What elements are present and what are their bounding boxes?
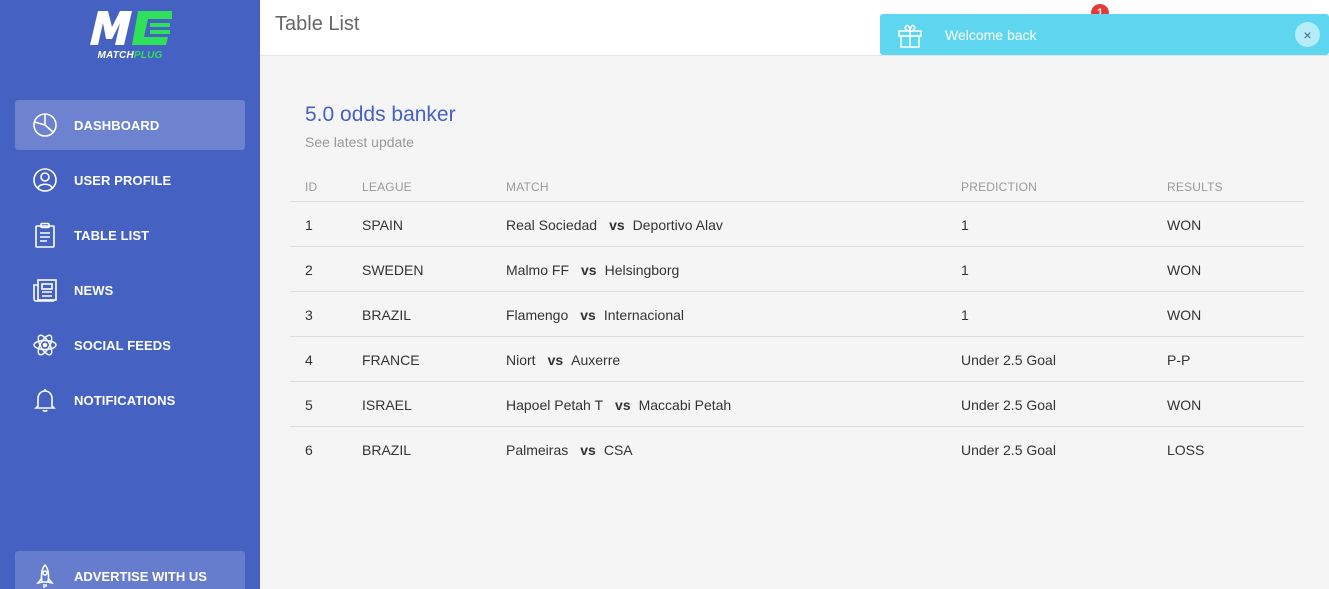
column-header-league: LEAGUE <box>362 180 412 194</box>
pie-chart-icon <box>30 110 60 140</box>
cell-result: WON <box>1167 307 1202 323</box>
page-title: Table List <box>275 13 360 35</box>
rocket-icon <box>30 561 60 589</box>
sidebar-item-table-list[interactable]: TABLE LIST <box>15 210 245 260</box>
cell-id: 3 <box>305 307 313 323</box>
sidebar-item-social-feeds[interactable]: SOCIAL FEEDS <box>15 320 245 370</box>
user-icon <box>30 165 60 195</box>
cell-id: 2 <box>305 262 313 278</box>
card-subtitle: See latest update <box>305 134 414 150</box>
logo-text: MATCHPLUG <box>97 50 163 61</box>
cell-prediction: Under 2.5 Goal <box>961 352 1056 368</box>
cell-league: ISRAEL <box>362 397 412 413</box>
cell-match: Hapoel Petah Tvs Maccabi Petah <box>506 397 732 413</box>
cell-result: WON <box>1167 262 1202 278</box>
sidebar: MATCHPLUG DASHBOARD USER PROFILE TABLE L… <box>0 0 260 589</box>
table-header: ID LEAGUE MATCH PREDICTION RESULTS <box>290 172 1304 202</box>
bell-icon <box>30 385 60 415</box>
clipboard-icon <box>30 220 60 250</box>
sidebar-item-news[interactable]: NEWS <box>15 265 245 315</box>
cell-id: 6 <box>305 442 313 458</box>
sidebar-item-label: NEWS <box>74 282 114 298</box>
cell-match: Niort vs Auxerre <box>506 352 621 368</box>
gift-icon <box>898 24 922 48</box>
table-row: 5 ISRAEL Hapoel Petah Tvs Maccabi Petah U… <box>290 382 1304 427</box>
sidebar-item-label: USER PROFILE <box>74 172 172 188</box>
cell-prediction: 1 <box>961 262 969 278</box>
cell-id: 4 <box>305 352 313 368</box>
column-header-prediction: PREDICTION <box>961 180 1038 194</box>
cell-result: LOSS <box>1167 442 1205 458</box>
table-row: 2 SWEDEN Malmo FF vs Helsingborg 1 WON <box>290 247 1304 292</box>
odds-table: ID LEAGUE MATCH PREDICTION RESULTS 1 SPA… <box>290 172 1304 472</box>
advertise-button[interactable]: ADVERTISE WITH US <box>15 551 245 589</box>
table-row: 1 SPAIN Real Sociedad vs Deportivo Alav 1 … <box>290 202 1304 247</box>
cell-prediction: 1 <box>961 217 969 233</box>
cell-result: WON <box>1167 397 1202 413</box>
sidebar-item-notifications[interactable]: NOTIFICATIONS <box>15 375 245 425</box>
sidebar-item-label: TABLE LIST <box>74 227 150 243</box>
cell-match: Flamengo vs Internacional <box>506 307 685 323</box>
cell-prediction: 1 <box>961 307 969 323</box>
toast-close-button[interactable]: × <box>1295 22 1320 47</box>
cell-prediction: Under 2.5 Goal <box>961 397 1056 413</box>
atom-icon <box>30 330 60 360</box>
cell-id: 1 <box>305 217 313 233</box>
newspaper-icon <box>30 275 60 305</box>
cell-id: 5 <box>305 397 313 413</box>
cell-match: Malmo FF vs Helsingborg <box>506 262 680 278</box>
cell-league: SWEDEN <box>362 262 424 278</box>
cell-league: SPAIN <box>362 217 403 233</box>
cell-match: Palmeiras vs CSA <box>506 442 633 458</box>
sidebar-item-dashboard[interactable]: DASHBOARD <box>15 100 245 150</box>
toast-message: Welcome back <box>945 27 1037 43</box>
cell-result: WON <box>1167 217 1202 233</box>
sidebar-item-label: DASHBOARD <box>74 117 160 133</box>
card-title: 5.0 odds banker <box>305 103 456 126</box>
table-row: 3 BRAZIL Flamengo vs Internacional 1 WON <box>290 292 1304 337</box>
logo[interactable]: MATCHPLUG <box>84 9 176 63</box>
table-row: 4 FRANCE Niort vs Auxerre Under 2.5 Goal P… <box>290 337 1304 382</box>
advertise-label: ADVERTISE WITH US <box>74 568 207 584</box>
cell-match: Real Sociedad vs Deportivo Alav <box>506 217 723 233</box>
cell-league: BRAZIL <box>362 442 412 458</box>
sidebar-item-user-profile[interactable]: USER PROFILE <box>15 155 245 205</box>
logo-mark-icon <box>90 11 172 45</box>
table-row: 6 BRAZIL Palmeiras vs CSA Under 2.5 Goal L… <box>290 427 1304 472</box>
column-header-match: MATCH <box>506 180 549 194</box>
cell-result: P-P <box>1167 352 1191 368</box>
cell-prediction: Under 2.5 Goal <box>961 442 1056 458</box>
sidebar-item-label: NOTIFICATIONS <box>74 392 176 408</box>
sidebar-item-label: SOCIAL FEEDS <box>74 337 172 353</box>
column-header-id: ID <box>305 180 318 194</box>
welcome-toast: Welcome back × <box>880 14 1329 55</box>
cell-league: FRANCE <box>362 352 420 368</box>
cell-league: BRAZIL <box>362 307 412 323</box>
column-header-results: RESULTS <box>1167 180 1223 194</box>
